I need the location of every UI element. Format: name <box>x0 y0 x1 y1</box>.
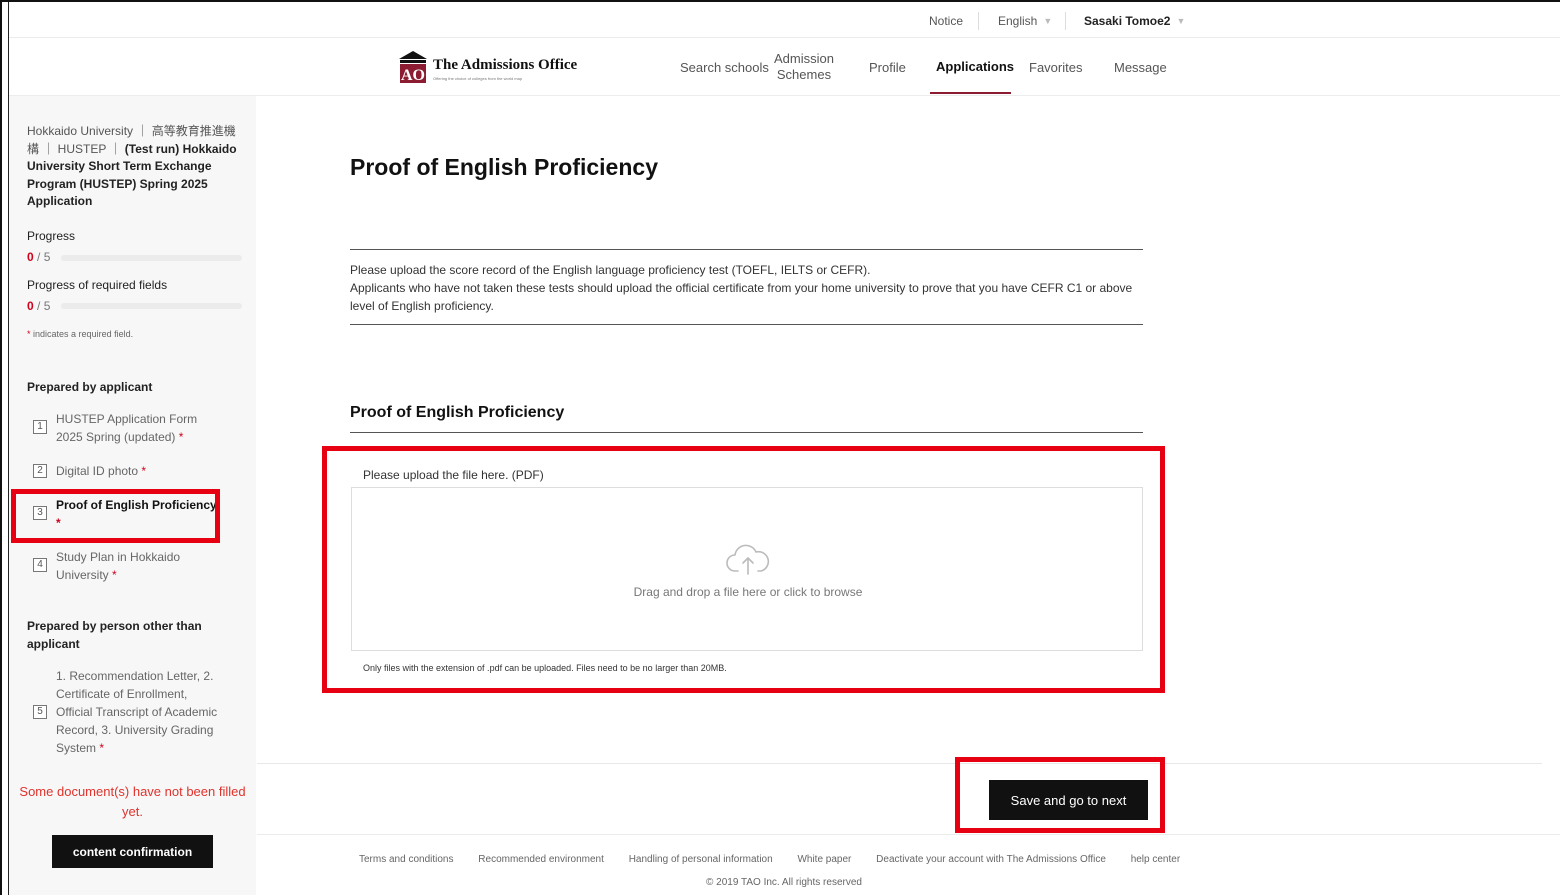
step-number: 2 <box>33 464 47 478</box>
upload-label: Please upload the file here. (PDF) <box>363 468 544 482</box>
step-label-text: Proof of English Proficiency <box>56 498 217 512</box>
required-star: * <box>99 741 105 755</box>
cloud-upload-icon <box>726 544 770 575</box>
required-star: * <box>56 516 61 530</box>
nav-message[interactable]: Message <box>1114 60 1167 75</box>
content-confirmation-button[interactable]: content confirmation <box>52 835 213 868</box>
language-selector[interactable]: English ▼ <box>998 14 1052 28</box>
divider <box>350 249 1143 250</box>
step-number: 5 <box>33 705 47 719</box>
step-label-text: Study Plan in Hokkaido University <box>56 550 181 582</box>
footer-link-help-center[interactable]: help center <box>1131 854 1180 865</box>
nav-admission-schemes-line2: Schemes <box>776 67 832 82</box>
user-menu[interactable]: Sasaki Tomoe2 ▼ <box>1084 14 1185 28</box>
main-header: AO The Admissions Office Offering the ch… <box>9 38 1560 96</box>
nav-search-schools[interactable]: Search schools <box>680 60 769 75</box>
progress-total: / 5 <box>37 250 51 264</box>
footer-link-privacy[interactable]: Handling of personal information <box>629 854 773 865</box>
notice-link[interactable]: Notice <box>929 14 963 28</box>
step-label: 1. Recommendation Letter, 2. Certificate… <box>56 667 221 757</box>
section-title: Proof of English Proficiency <box>350 404 565 421</box>
application-breadcrumb: Hokkaido University ｜ 高等教育推進機構 ｜ HUSTEP … <box>27 123 239 211</box>
divider <box>257 763 1542 764</box>
required-note: * indicates a required field. <box>27 329 133 339</box>
required-progress-label: Progress of required fields <box>27 278 168 292</box>
svg-text:AO: AO <box>401 67 425 84</box>
progress-done: 0 <box>27 250 34 264</box>
dropzone-text: Drag and drop a file here or click to br… <box>633 585 863 599</box>
incomplete-warning: Some document(s) have not been filled ye… <box>19 784 246 819</box>
nav-admission-schemes[interactable]: Admission Schemes <box>771 51 837 83</box>
required-star: * <box>112 568 117 582</box>
section-prepared-by-other: Prepared by person other than applicant <box>27 619 202 651</box>
required-total: / 5 <box>37 299 51 313</box>
copyright: © 2019 TAO Inc. All rights reserved <box>706 877 862 888</box>
nav-admission-schemes-line1: Admission <box>774 51 834 66</box>
required-star: * <box>178 430 184 444</box>
progress-bar <box>61 255 242 261</box>
required-star: * <box>141 464 147 478</box>
required-done: 0 <box>27 299 34 313</box>
step-number: 3 <box>33 506 47 520</box>
nav-active-indicator <box>930 92 1011 94</box>
nav-profile[interactable]: Profile <box>869 60 906 75</box>
chevron-down-icon: ▼ <box>1176 16 1186 26</box>
divider <box>350 324 1143 325</box>
page-description: Please upload the score record of the En… <box>350 261 1143 315</box>
chevron-down-icon: ▼ <box>1043 16 1053 26</box>
step-label-text: 1. Recommendation Letter, 2. Certificate… <box>56 669 218 755</box>
file-dropzone[interactable]: Drag and drop a file here or click to br… <box>351 487 1143 651</box>
divider <box>1065 12 1066 30</box>
upload-restriction-note: Only files with the extension of .pdf ca… <box>363 663 727 673</box>
step-label: Study Plan in Hokkaido University * <box>56 548 221 584</box>
footer-link-deactivate[interactable]: Deactivate your account with The Admissi… <box>876 854 1106 865</box>
section-prepared-by-applicant: Prepared by applicant <box>27 380 153 394</box>
progress-count: 0 / 5 <box>27 250 50 264</box>
step-label-text: HUSTEP Application Form 2025 Spring (upd… <box>56 412 198 444</box>
footer-link-white-paper[interactable]: White paper <box>797 854 851 865</box>
footer-link-environment[interactable]: Recommended environment <box>478 854 604 865</box>
divider <box>257 834 1560 835</box>
step-number: 4 <box>33 558 47 572</box>
logo-subtitle: Offering the choice of colleges from the… <box>433 76 523 81</box>
required-star: * <box>27 329 31 339</box>
description-line: Applicants who have not taken these test… <box>350 281 1133 313</box>
nav-favorites[interactable]: Favorites <box>1029 60 1082 75</box>
language-label: English <box>998 14 1038 28</box>
footer-links: Terms and conditions Recommended environ… <box>359 854 1202 865</box>
top-utility-bar: Notice English ▼ Sasaki Tomoe2 ▼ <box>9 2 1560 38</box>
description-line: Please upload the score record of the En… <box>350 263 871 277</box>
step-label-text: Digital ID photo <box>56 464 139 478</box>
divider <box>350 432 1143 433</box>
step-number: 1 <box>33 420 47 434</box>
progress-label: Progress <box>27 229 76 243</box>
required-progress-bar <box>61 303 242 309</box>
save-and-next-button[interactable]: Save and go to next <box>989 780 1148 820</box>
nav-applications[interactable]: Applications <box>936 59 1014 74</box>
page-title: Proof of English Proficiency <box>350 154 658 180</box>
step-label: HUSTEP Application Form 2025 Spring (upd… <box>56 410 221 446</box>
required-progress-count: 0 / 5 <box>27 299 50 313</box>
step-label: Proof of English Proficiency * <box>56 496 221 532</box>
footer-link-terms[interactable]: Terms and conditions <box>359 854 454 865</box>
building-logo-icon: AO <box>399 51 427 84</box>
user-name: Sasaki Tomoe2 <box>1084 14 1171 28</box>
divider <box>978 12 979 30</box>
site-logo[interactable]: AO The Admissions Office Offering the ch… <box>398 48 598 84</box>
logo-title: The Admissions Office <box>433 57 578 73</box>
step-label: Digital ID photo * <box>56 462 221 480</box>
required-note-text: indicates a required field. <box>33 329 134 339</box>
application-sidebar: Hokkaido University ｜ 高等教育推進機構 ｜ HUSTEP … <box>9 96 256 895</box>
